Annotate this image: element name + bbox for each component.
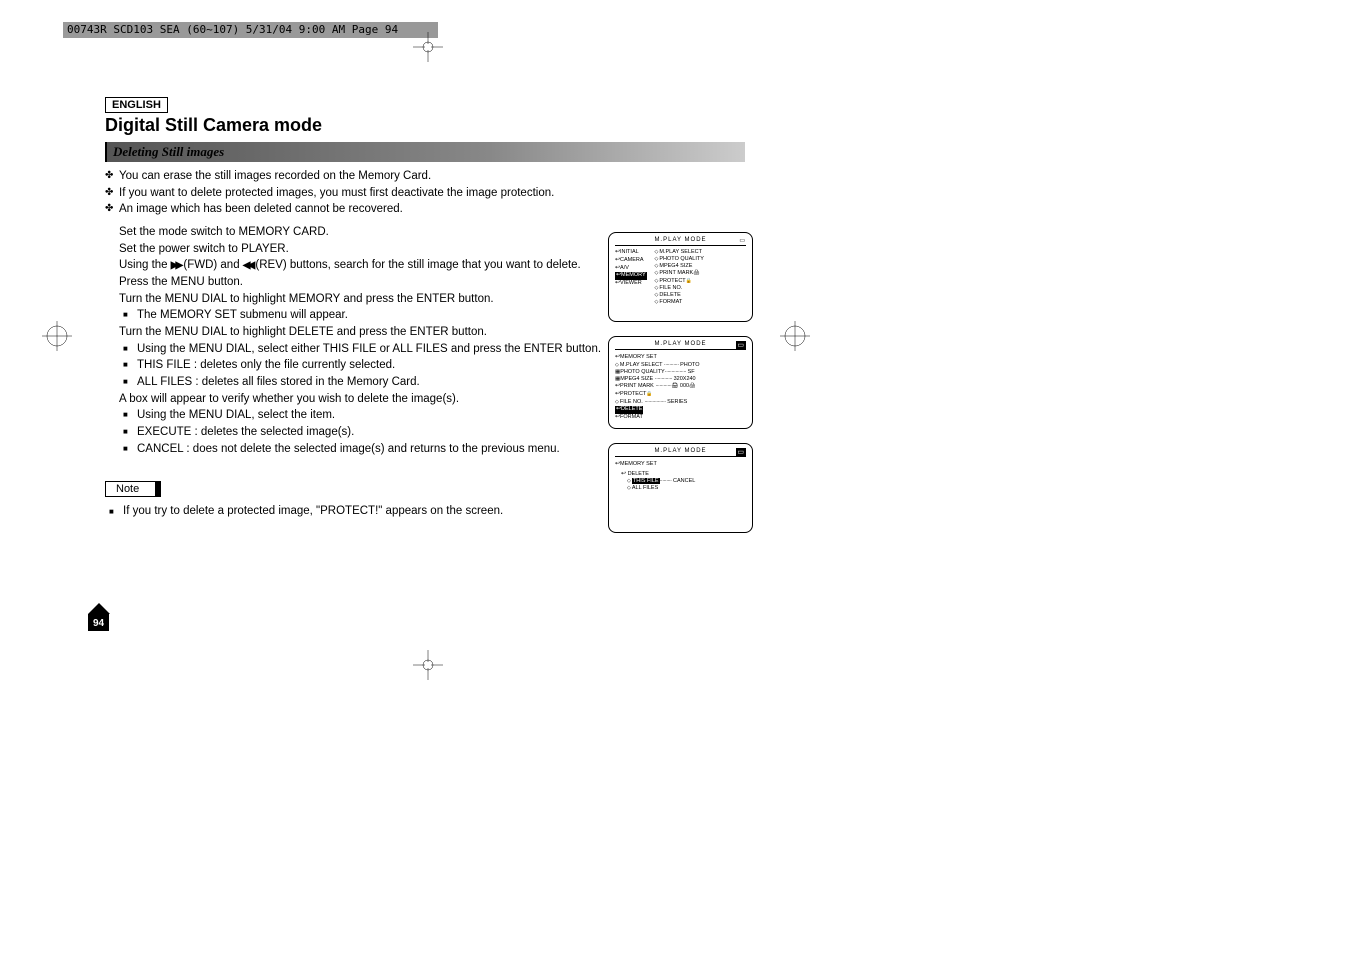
- lcd-subheading: DELETE: [621, 470, 746, 477]
- lcd-heading: MEMORY SET: [615, 353, 746, 360]
- return-icon: VIEWER: [615, 280, 653, 288]
- return-icon: MEMORY: [615, 272, 647, 280]
- card-icon: ▭: [736, 448, 746, 456]
- fwd-icon: ▶▶: [171, 260, 180, 271]
- menu-row: ▦PHOTO QUALITY················ SF: [615, 369, 746, 376]
- lcd-title: M.PLAY MODE: [615, 237, 746, 246]
- menu-item: M.PLAY SELECT: [655, 249, 704, 256]
- menu-row: PROTECT: [615, 391, 746, 399]
- lcd-screen-2: M.PLAY MODE▭ MEMORY SET M.PLAY SELECT ··…: [608, 336, 753, 429]
- menu-row: ALL FILES: [627, 485, 746, 492]
- lcd-title: M.PLAY MODE▭: [615, 341, 746, 350]
- return-icon: INITIAL: [615, 249, 653, 257]
- step-text: Using the: [119, 259, 171, 271]
- step-text: (REV) buttons, search for the still imag…: [255, 259, 580, 271]
- rev-icon: ◀◀: [243, 260, 252, 271]
- menu-row: M.PLAY SELECT ··········· PHOTO: [615, 362, 746, 369]
- intro-list: You can erase the still images recorded …: [105, 168, 745, 218]
- step-text: Turn the MENU DIAL to highlight DELETE a…: [119, 326, 487, 338]
- language-label: ENGLISH: [105, 97, 168, 113]
- menu-item: FILE NO.: [655, 285, 704, 292]
- intro-item: If you want to delete protected images, …: [119, 185, 745, 202]
- crop-mark-top: [413, 32, 443, 62]
- step-text: (FWD) and: [183, 259, 242, 271]
- registration-mark-right: [780, 321, 810, 351]
- page-number: 94: [88, 614, 109, 631]
- page-title: Digital Still Camera mode: [105, 115, 745, 136]
- menu-item: PROTECT: [655, 278, 704, 285]
- menu-row: DELETE: [615, 406, 643, 414]
- lcd-screen-3: M.PLAY MODE▭ MEMORY SET DELETE THIS FILE…: [608, 443, 753, 533]
- menu-item: PHOTO QUALITY: [655, 256, 704, 263]
- step-text: A box will appear to verify whether you …: [119, 393, 459, 405]
- registration-mark-left: [42, 321, 72, 351]
- step-text: Turn the MENU DIAL to highlight MEMORY a…: [119, 293, 494, 305]
- lcd-screens-column: M.PLAY MODE INITIAL CAMERA A/V MEMORY VI…: [608, 232, 753, 547]
- file-header-strip: 00743R SCD103 SEA (60~107) 5/31/04 9:00 …: [63, 22, 438, 38]
- return-icon: CAMERA: [615, 257, 653, 265]
- return-icon: A/V: [615, 265, 653, 273]
- section-subtitle: Deleting Still images: [105, 142, 745, 162]
- card-icon: ▭: [736, 341, 746, 349]
- menu-row: THIS FILE········· CANCEL: [627, 478, 746, 485]
- menu-row: FILE NO. ················ SERIES: [615, 399, 746, 406]
- lcd-screen-1: M.PLAY MODE INITIAL CAMERA A/V MEMORY VI…: [608, 232, 753, 322]
- intro-item: An image which has been deleted cannot b…: [119, 201, 745, 218]
- menu-item: FORMAT: [655, 299, 704, 306]
- lcd-heading: MEMORY SET: [615, 460, 746, 467]
- card-icon: [739, 237, 746, 244]
- menu-row: FORMAT: [615, 414, 746, 422]
- note-label-box: Note: [105, 481, 161, 497]
- menu-item: DELETE: [655, 292, 704, 299]
- intro-item: You can erase the still images recorded …: [119, 168, 745, 185]
- crop-mark-bottom: [413, 650, 443, 680]
- menu-item: PRINT MARK: [655, 270, 704, 277]
- lcd-title: M.PLAY MODE▭: [615, 448, 746, 457]
